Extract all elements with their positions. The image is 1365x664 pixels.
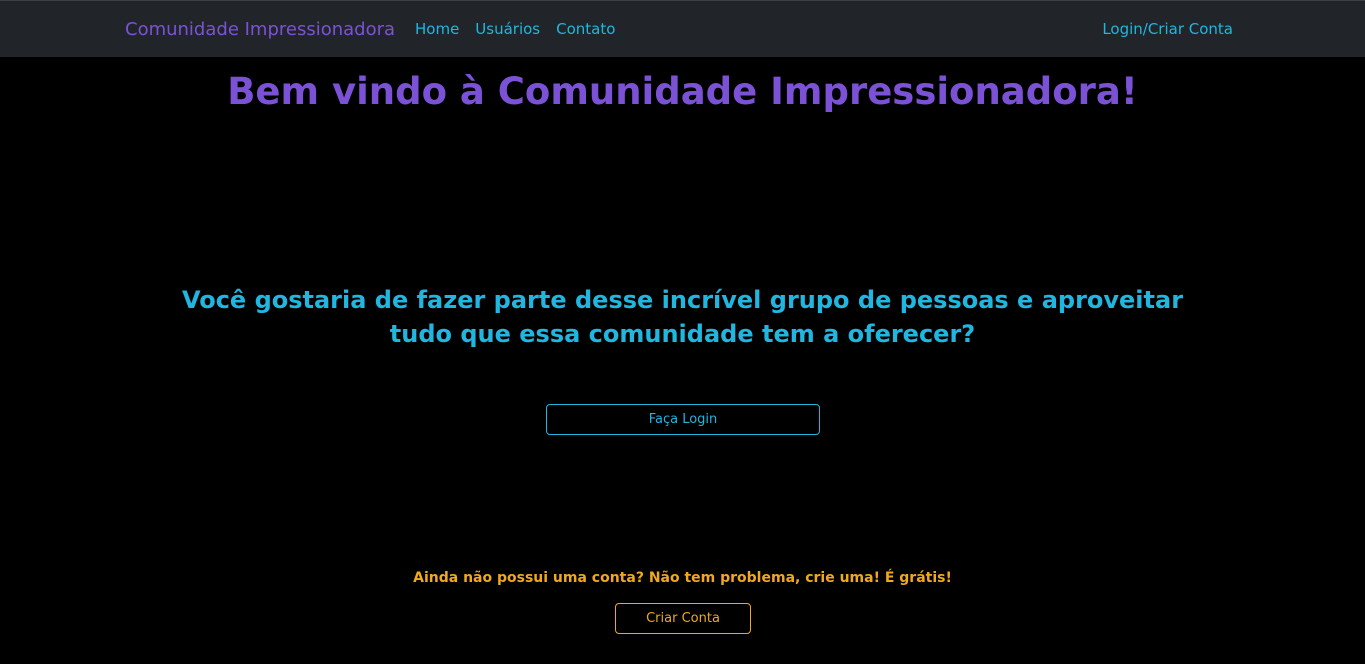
brand-link[interactable]: Comunidade Impressionadora [125, 19, 395, 40]
invitation-question: Você gostaria de fazer parte desse incrí… [181, 286, 1184, 348]
nav-link-usuarios[interactable]: Usuários [475, 20, 540, 38]
signup-prompt: Ainda não possui uma conta? Não tem prob… [413, 570, 952, 586]
page-title: Bem vindo à Comunidade Impressionadora! [227, 70, 1138, 113]
navbar: Comunidade Impressionadora Home Usuários… [0, 0, 1365, 57]
nav-links: Home Usuários Contato [415, 20, 615, 38]
login-button[interactable]: Faça Login [546, 404, 820, 435]
nav-link-home[interactable]: Home [415, 20, 459, 38]
nav-link-contato[interactable]: Contato [556, 20, 615, 38]
create-account-button[interactable]: Criar Conta [615, 603, 751, 634]
login-signup-link[interactable]: Login/Criar Conta [1102, 20, 1233, 38]
